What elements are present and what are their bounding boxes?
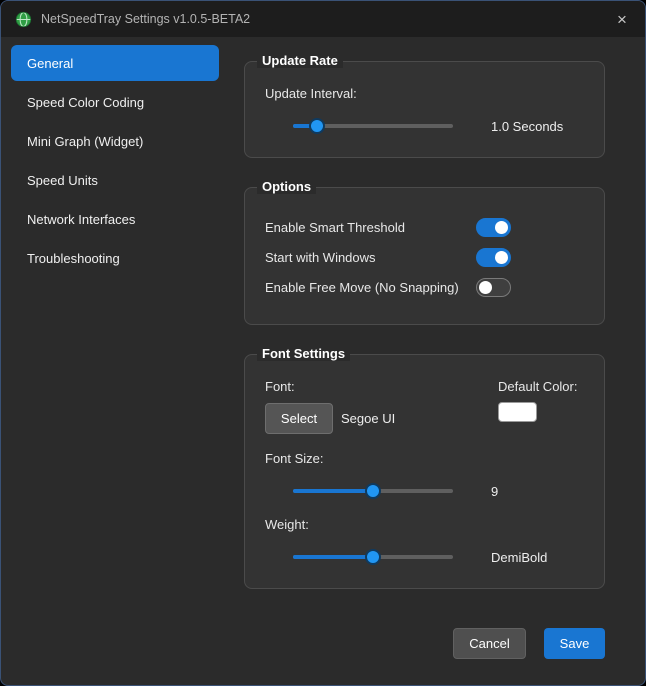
option-row-smart-threshold: Enable Smart Threshold: [265, 212, 584, 242]
current-font-name: Segoe UI: [341, 411, 395, 426]
default-color-area: Default Color:: [498, 379, 584, 434]
font-settings-group: Font Settings Font: Select Segoe UI Defa…: [244, 354, 605, 589]
cancel-button[interactable]: Cancel: [453, 628, 526, 659]
sidebar-item-speed-units[interactable]: Speed Units: [11, 162, 219, 198]
font-select-row: Select Segoe UI: [265, 403, 395, 434]
slider-fill: [293, 489, 373, 493]
font-label: Font:: [265, 379, 395, 394]
titlebar: NetSpeedTray Settings v1.0.5-BETA2 ×: [1, 1, 645, 37]
save-button[interactable]: Save: [544, 628, 605, 659]
slider-handle[interactable]: [365, 549, 381, 565]
update-interval-value: 1.0 Seconds: [491, 119, 563, 134]
update-interval-slider[interactable]: [293, 117, 453, 135]
update-rate-group: Update Rate Update Interval: 1.0 Seconds: [244, 61, 605, 158]
sidebar-item-mini-graph[interactable]: Mini Graph (Widget): [11, 123, 219, 159]
slider-handle[interactable]: [309, 118, 325, 134]
free-move-label: Enable Free Move (No Snapping): [265, 280, 476, 295]
slider-handle[interactable]: [365, 483, 381, 499]
font-size-label: Font Size:: [265, 451, 584, 466]
font-size-slider[interactable]: [293, 482, 453, 500]
free-move-toggle[interactable]: [476, 278, 511, 297]
font-picker-area: Font: Select Segoe UI Default Color:: [265, 379, 584, 434]
font-size-row: 9: [265, 482, 584, 500]
options-group: Options Enable Smart Threshold Start wit…: [244, 187, 605, 325]
weight-label: Weight:: [265, 517, 584, 532]
settings-window: NetSpeedTray Settings v1.0.5-BETA2 × Gen…: [0, 0, 646, 686]
app-icon: [15, 11, 32, 28]
font-select-button[interactable]: Select: [265, 403, 333, 434]
option-row-start-with-windows: Start with Windows: [265, 242, 584, 272]
slider-fill: [293, 555, 373, 559]
start-with-windows-label: Start with Windows: [265, 250, 476, 265]
font-size-value: 9: [491, 484, 498, 499]
sidebar-item-speed-color-coding[interactable]: Speed Color Coding: [11, 84, 219, 120]
sidebar-item-network-interfaces[interactable]: Network Interfaces: [11, 201, 219, 237]
option-row-free-move: Enable Free Move (No Snapping): [265, 272, 584, 302]
toggle-knob: [479, 281, 492, 294]
weight-slider[interactable]: [293, 548, 453, 566]
font-settings-group-title: Font Settings: [257, 346, 350, 361]
update-rate-group-title: Update Rate: [257, 53, 343, 68]
sidebar: General Speed Color Coding Mini Graph (W…: [11, 45, 219, 685]
main-area: General Speed Color Coding Mini Graph (W…: [1, 37, 645, 685]
toggle-knob: [495, 251, 508, 264]
content-panel: Update Rate Update Interval: 1.0 Seconds…: [219, 37, 645, 685]
font-picker-left: Font: Select Segoe UI: [265, 379, 395, 434]
footer-buttons: Cancel Save: [244, 628, 605, 685]
sidebar-item-troubleshooting[interactable]: Troubleshooting: [11, 240, 219, 276]
weight-value: DemiBold: [491, 550, 547, 565]
default-color-swatch[interactable]: [498, 402, 537, 422]
toggle-knob: [495, 221, 508, 234]
start-with-windows-toggle[interactable]: [476, 248, 511, 267]
update-interval-row: 1.0 Seconds: [265, 117, 584, 135]
smart-threshold-toggle[interactable]: [476, 218, 511, 237]
sidebar-item-general[interactable]: General: [11, 45, 219, 81]
default-color-label: Default Color:: [498, 379, 584, 394]
close-icon[interactable]: ×: [605, 5, 639, 33]
weight-row: DemiBold: [265, 548, 584, 566]
smart-threshold-label: Enable Smart Threshold: [265, 220, 476, 235]
window-title: NetSpeedTray Settings v1.0.5-BETA2: [41, 12, 605, 26]
update-interval-label: Update Interval:: [265, 86, 584, 101]
options-group-title: Options: [257, 179, 316, 194]
